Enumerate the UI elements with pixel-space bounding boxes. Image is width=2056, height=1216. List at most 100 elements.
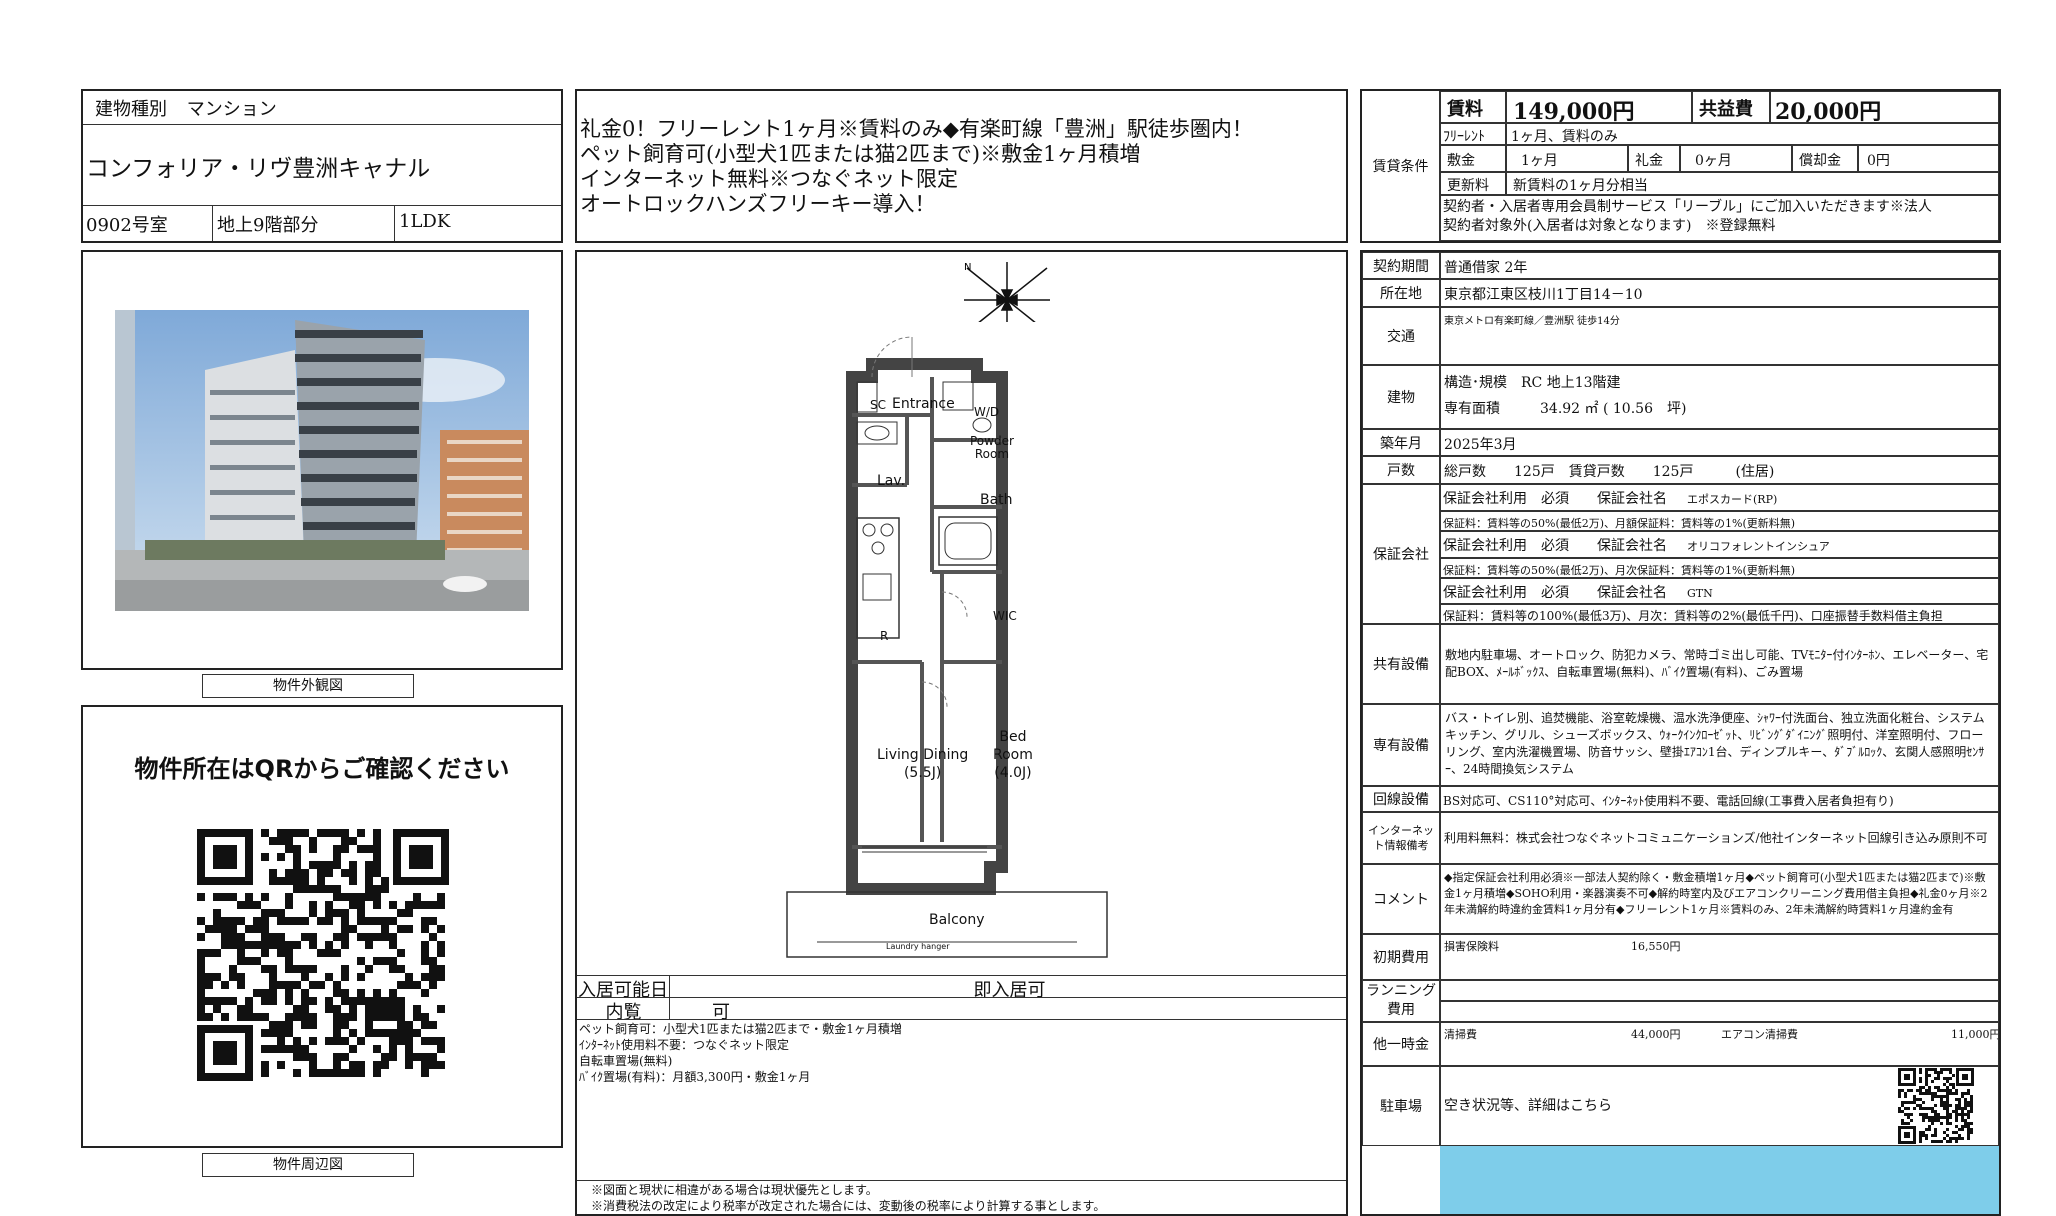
parking-qr-code[interactable] — [1898, 1068, 1974, 1144]
guarantee-1-use: 保証会社利用 必須 保証会社名 エポスカード(RP) — [1440, 484, 1999, 511]
shared-facilities-label: 共有設備 — [1362, 624, 1440, 704]
exterior-photo-caption: 物件外観図 — [202, 674, 414, 698]
guarantee-3-name: GTN — [1687, 587, 1713, 600]
building-info-box: 建物種別 マンション コンフォリア・リヴ豊洲キャナル 0902号室 地上9階部分… — [81, 89, 563, 243]
map-caption: 物件周辺図 — [202, 1153, 414, 1177]
terms-notes: 契約者・入居者専用会員制サービス「リーブル」にご加入いただきます※法人 契約者対… — [1440, 195, 1999, 241]
transport-label: 交通 — [1362, 307, 1440, 365]
renewal-value: 新賃料の1ヶ月分相当 — [1506, 172, 1999, 195]
plan-label-sc: SC — [870, 398, 886, 412]
plan-label-living-1: Living Dining — [877, 747, 969, 763]
internet-notes-label-1: インターネッ — [1368, 824, 1434, 837]
disclaimers: ※図面と現状に相違がある場合は現状優先とします。 ※消費税法の改定により税率が改… — [591, 1182, 1105, 1214]
initial-cost-item: 損害保険料 — [1444, 940, 1499, 953]
footer-color-band — [1440, 1146, 1999, 1214]
transport-value: 東京メトロ有楽町線／豊洲駅 徒歩14分 — [1440, 307, 1999, 365]
plan-label-bed: Bed Room (4.0J) — [993, 728, 1033, 782]
guarantee-2-use: 保証会社利用 必須 保証会社名 オリコフォレントインシュア — [1440, 531, 1999, 558]
plan-label-powder-2: Room — [974, 447, 1010, 461]
cleaning-fee-value: 44,000円 — [1631, 1028, 1681, 1041]
headline-line-3: インターネット無料※つなぐネット限定 — [580, 167, 958, 191]
initial-cost-amount: 16,550円 — [1631, 940, 1681, 953]
one-time-label: 他一時金 — [1362, 1022, 1440, 1066]
guarantee-1-fee: 保証料：賃料等の50%(最低2万)、月額保証料：賃料等の1%(更新料無) — [1440, 511, 1999, 531]
comment-value: ◆指定保証会社利用必須※一部法人契約除く・敷金積増1ヶ月◆ペット飼育可(小型犬1… — [1440, 864, 1999, 934]
location-qr-code[interactable] — [197, 829, 449, 1081]
notes-list: ペット飼育可：小型犬1匹または猫2匹まで・敷金1ヶ月積増 ｲﾝﾀｰﾈｯﾄ使用料不… — [579, 1021, 902, 1085]
amortization-value: 0円 — [1858, 145, 1999, 172]
fee-value: 20,000円 — [1770, 91, 1999, 123]
free-rent-value: 1ヶ月、賃料のみ — [1506, 123, 1999, 145]
plan-label-lav: Lav. — [877, 473, 906, 489]
renewal-label: 更新料 — [1440, 172, 1506, 195]
headline-line-4: オートロックハンズフリーキー導入！ — [580, 192, 936, 216]
rental-terms-label: 賃貸条件 — [1362, 91, 1440, 241]
private-facilities-label: 専有設備 — [1362, 704, 1440, 786]
headline-box: 礼金0！フリーレント1ヶ月※賃料のみ◆有楽町線「豊洲」駅徒歩圏内！ ペット飼育可… — [575, 89, 1348, 243]
plan-label-bed-3: (4.0J) — [994, 765, 1032, 781]
structure-label: 構造･規模 — [1444, 375, 1507, 391]
plan-label-wic: WIC — [993, 609, 1017, 623]
layout-type: 1LDK — [399, 211, 451, 232]
running-cost-row-1 — [1440, 980, 1999, 1001]
guarantee-2-use-text: 保証会社利用 必須 保証会社名 — [1443, 538, 1667, 554]
contract-value: 普通借家 2年 — [1440, 252, 1999, 279]
internet-notes-label-2: ト情報備考 — [1373, 839, 1429, 852]
note-3: 自転車置場(無料) — [579, 1054, 673, 1068]
disclaimer-1: ※図面と現状に相違がある場合は現状優先とします。 — [591, 1183, 878, 1197]
guarantee-3-fee: 保証料：賃料等の100%(最低3万)、月次：賃料等の2%(最低千円)、口座振替手… — [1440, 604, 1999, 624]
aircon-fee-value: 11,000円 — [1951, 1028, 1999, 1041]
line-facilities-label: 回線設備 — [1362, 786, 1440, 812]
headline-line-1: 礼金0！フリーレント1ヶ月※賃料のみ◆有楽町線「豊洲」駅徒歩圏内！ — [580, 117, 1253, 141]
guarantee-2-fee: 保証料：賃料等の50%(最低2万)、月次保証料：賃料等の1%(更新料無) — [1440, 558, 1999, 578]
one-time-value: 清掃費 44,000円 エアコン清掃費 11,000円 — [1440, 1022, 1999, 1066]
floor-plan-drawing — [777, 322, 1117, 962]
internet-notes-value: 利用料無料：株式会社つなぐネットコミュニケーションズ/他社インターネット回線引き… — [1440, 812, 1999, 864]
units-label: 戸数 — [1362, 456, 1440, 484]
map-heading: 物件所在はQRからご確認ください — [134, 755, 510, 783]
free-rent-label: ﾌﾘｰﾚﾝﾄ — [1440, 123, 1506, 145]
aircon-fee-label: エアコン清掃費 — [1721, 1028, 1798, 1041]
svg-text:N: N — [964, 262, 971, 273]
move-in-value: 即入居可 — [973, 980, 1046, 1001]
rent-value: 149,000円 — [1506, 91, 1692, 123]
plan-label-living-2: (5.5J) — [903, 765, 942, 781]
exterior-photo-box — [81, 250, 563, 670]
note-4: ﾊﾞｲｸ置場(有料)：月額3,300円・敷金1ヶ月 — [579, 1070, 811, 1084]
plan-label-bed-2: Room — [993, 747, 1033, 763]
map-box: 物件所在はQRからご確認ください — [81, 705, 563, 1148]
plan-label-bed-1: Bed — [999, 729, 1027, 745]
building-name: コンフォリア・リヴ豊洲キャナル — [86, 156, 431, 182]
plan-label-balcony: Balcony — [929, 912, 985, 928]
initial-cost-value: 損害保険料 16,550円 — [1440, 934, 1999, 980]
cleaning-fee-label: 清掃費 — [1444, 1028, 1477, 1041]
initial-cost-label: 初期費用 — [1362, 934, 1440, 980]
running-cost-label: ランニング 費用 — [1362, 980, 1440, 1022]
address-label: 所在地 — [1362, 279, 1440, 307]
building-type-value: マンション — [186, 99, 277, 120]
built-value: 2025年3月 — [1440, 429, 1999, 456]
address-value: 東京都江東区枝川1丁目14－10 — [1440, 279, 1999, 307]
deposit-value: 1ヶ月 — [1506, 145, 1628, 172]
parking-label: 駐車場 — [1362, 1066, 1440, 1146]
floorplan-box: N SC Entrance W/D Powder Room Lav. Bath … — [575, 250, 1348, 1216]
disclaimer-2: ※消費税法の改定により税率が改定された場合には、変動後の税率により計算する事とし… — [591, 1199, 1106, 1213]
running-cost-label-1: ランニング — [1366, 983, 1436, 999]
guarantee-label: 保証会社 — [1362, 484, 1440, 624]
fee-label: 共益費 — [1692, 91, 1770, 123]
plan-label-bath: Bath — [980, 492, 1013, 508]
building-structure-cell: 構造･規模 RC 地上13階建 専有面積 34.92 ㎡ ( 10.56 坪) — [1440, 365, 1999, 429]
line-facilities-value: BS対応可、CS110°対応可、ｲﾝﾀｰﾈｯﾄ使用料不要、電話回線(工事費入居者… — [1440, 786, 1999, 812]
guarantee-3-use: 保証会社利用 必須 保証会社名 GTN — [1440, 578, 1999, 604]
viewing-label: 内覧 — [578, 998, 670, 1023]
private-facilities-value: バス・トイレ別、追焚機能、浴室乾燥機、温水洗浄便座、ｼｬﾜｰ付洗面台、独立洗面化… — [1440, 704, 1999, 786]
guarantee-3-use-text: 保証会社利用 必須 保証会社名 — [1443, 585, 1667, 601]
plan-label-wd: W/D — [974, 405, 1000, 419]
amortization-label: 償却金 — [1792, 145, 1858, 172]
comment-label: コメント — [1362, 864, 1440, 934]
plan-label-entrance: Entrance — [892, 396, 955, 412]
area-value: 34.92 ㎡ ( 10.56 坪) — [1540, 401, 1687, 417]
building-exterior-photo — [115, 310, 529, 611]
guarantee-1-use-text: 保証会社利用 必須 保証会社名 — [1443, 491, 1667, 507]
running-cost-row-2 — [1440, 1001, 1999, 1022]
